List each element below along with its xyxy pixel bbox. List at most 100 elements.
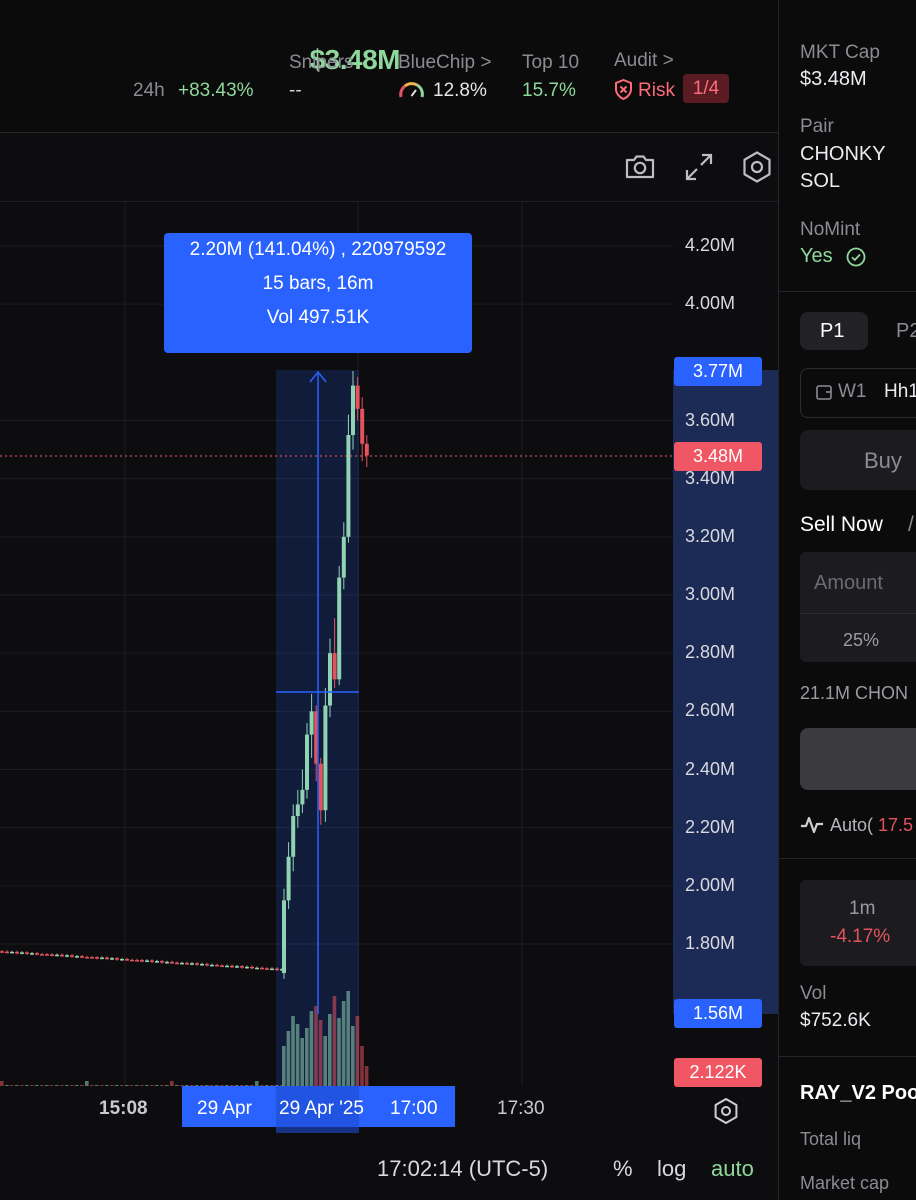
candle [165,960,169,964]
timeframe-change: -4.17% [830,926,891,947]
candle [115,956,119,961]
change-24h-value: +83.43% [178,80,254,101]
candle [364,435,369,468]
price-axis-label: 2.60M [685,700,736,721]
volume-bar [314,1006,318,1086]
top10-label: Top 10 [522,52,580,73]
percent-25-button[interactable]: 25% [843,630,879,651]
candle [5,950,9,954]
volume-bar [286,1031,291,1086]
low-price-tag: 1.56M [674,999,762,1028]
snipers-value: -- [289,80,302,101]
volume-bar [341,1001,346,1086]
time-range-start: 29 Apr [197,1098,252,1119]
volume-bar [346,991,350,1086]
divider [778,291,916,292]
volume-bar [355,1016,360,1086]
wallet-value: Hh1 [884,381,916,402]
settings-gear-icon[interactable] [740,150,774,184]
mkt-cap-value: $3.48M [800,68,867,90]
top10-value: 15.7% [522,80,576,101]
period-label: 24h [133,80,165,101]
volume-bar [291,1016,295,1086]
candle [0,950,4,953]
total-liq-label: Total liq [800,1129,862,1149]
log-scale-toggle[interactable]: log [657,1156,686,1182]
candle [220,964,224,968]
percent-scale-toggle[interactable]: % [613,1156,633,1182]
auto-fee-label[interactable]: Auto( [830,815,873,836]
volume-bar [337,1018,341,1086]
price-axis-label: 4.20M [685,235,736,255]
time-range-mid: 29 Apr '25 [279,1098,364,1119]
candle [235,964,239,969]
high-price-tag: 3.77M [674,357,762,386]
preset-p1-label: P1 [820,320,845,342]
chart-toolbar [0,133,778,202]
nomint-label: NoMint [800,219,861,240]
candle [240,964,244,969]
candle [245,965,249,969]
candle [260,966,264,970]
candle [160,959,164,964]
sell-now-tab[interactable]: Sell Now [800,513,883,537]
candle [20,951,24,955]
candle [145,959,149,963]
candle [70,954,74,958]
candle [45,953,49,956]
candle [360,397,365,462]
sell-submit-button[interactable] [800,728,916,790]
candle [110,956,114,961]
auto-scale-toggle[interactable]: auto [711,1156,754,1182]
preset-p2-tab[interactable]: P2 [896,320,916,343]
candle [180,961,184,965]
price-axis-label: 2.20M [685,816,736,837]
volume-bar [309,1011,314,1086]
candle [90,955,94,959]
candle [15,950,19,955]
camera-icon[interactable] [623,150,657,184]
candle [195,962,199,966]
candle [100,956,104,960]
pool-title: RAY_V2 Poo [800,1082,916,1104]
candle [150,959,154,964]
candle [35,952,39,956]
axis-settings-icon[interactable] [712,1097,740,1125]
volume-bar [360,1046,364,1086]
volume-bar [364,1066,369,1086]
measure-tooltip: 2.20M (141.04%) , 220979592 15 bars, 16m… [164,233,472,353]
audit-link[interactable]: Audit > [614,50,674,72]
candle [170,960,174,964]
timeframe-stat-card[interactable] [800,880,916,966]
bluechip-link[interactable]: BlueChip > [398,52,491,74]
risk-label: Risk [638,80,675,101]
token-balance: 21.1M CHON [800,683,909,703]
risk-badge: 1/4 [683,74,729,103]
price-axis-label: 3.00M [685,584,736,604]
price-axis-label: 2.00M [685,874,736,895]
candle [120,957,124,961]
amount-input[interactable]: Amount [814,572,883,595]
candle [265,967,269,971]
volume-bar [300,1038,304,1086]
candle [200,962,204,966]
check-circle-icon [846,247,866,267]
candle [105,956,109,961]
volume-tag: 2.122K [674,1058,762,1087]
pair-quote: SOL [800,170,841,192]
chart-clock: 17:02:14 (UTC-5) [377,1156,549,1181]
price-axis-label: 3.60M [685,409,736,430]
candle [80,954,84,959]
volume-bar [305,1028,309,1086]
nomint-value: Yes [800,245,833,267]
candle [255,966,259,970]
sell-tab-partial[interactable]: / [908,513,914,537]
candle [40,953,44,956]
expand-icon[interactable] [682,150,716,184]
market-cap-label: Market cap [800,1173,890,1193]
auto-fee-value: 17.5 [878,815,914,835]
candle [210,963,214,967]
time-label: 17:30 [497,1098,545,1119]
price-axis-label: 1.80M [685,933,736,953]
candle [30,952,34,956]
